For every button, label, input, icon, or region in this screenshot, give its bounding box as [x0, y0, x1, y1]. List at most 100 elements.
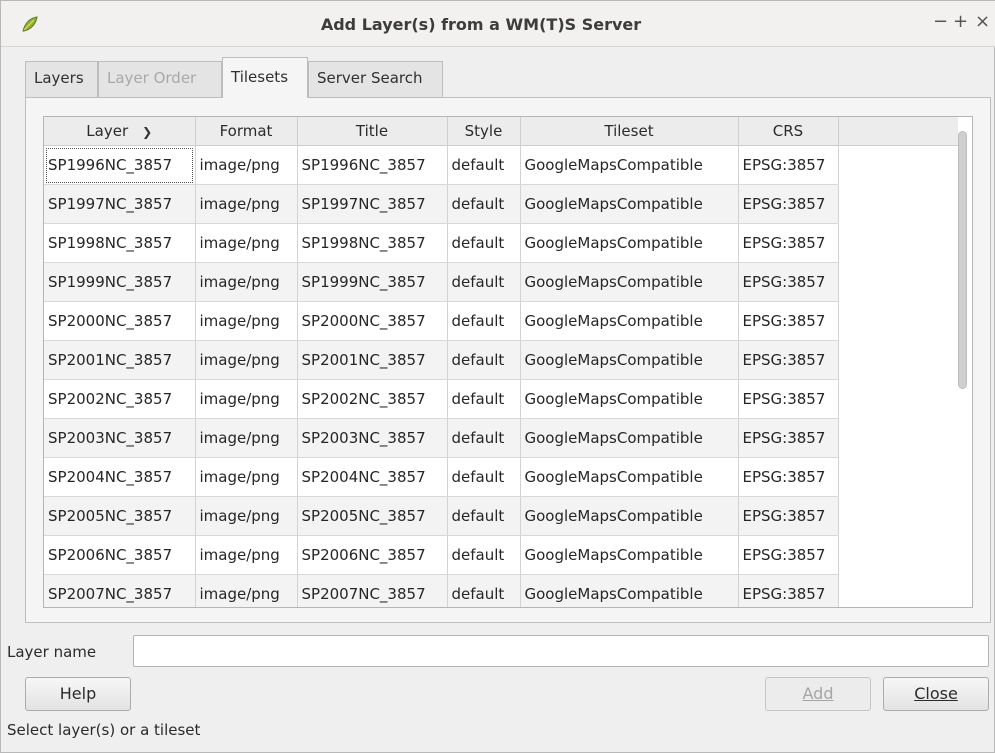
cell-style[interactable]: default	[447, 574, 521, 607]
table-row[interactable]: SP1996NC_3857 image/png SP1996NC_3857 defau…	[44, 145, 958, 185]
cell-format[interactable]: image/png	[195, 457, 298, 497]
cell-title[interactable]: SP2006NC_3857	[297, 535, 448, 575]
cell-title[interactable]: SP2004NC_3857	[297, 457, 448, 497]
cell-layer[interactable]: SP1999NC_3857	[44, 262, 196, 302]
cell-tileset[interactable]: GoogleMapsCompatible	[520, 262, 739, 302]
cell-format[interactable]: image/png	[195, 574, 298, 607]
cell-style[interactable]: default	[447, 262, 521, 302]
cell-layer[interactable]: SP1996NC_3857	[44, 145, 196, 185]
cell-title[interactable]: SP2003NC_3857	[297, 418, 448, 458]
cell-format[interactable]: image/png	[195, 301, 298, 341]
table-row[interactable]: SP1999NC_3857 image/png SP1999NC_3857 defau…	[44, 262, 958, 302]
tab-tilesets[interactable]: Tilesets	[222, 57, 308, 98]
cell-format[interactable]: image/png	[195, 145, 298, 185]
column-header-title[interactable]: Title	[297, 117, 448, 146]
table-row[interactable]: SP2007NC_3857 image/png SP2007NC_3857 defau…	[44, 574, 958, 607]
cell-tileset[interactable]: GoogleMapsCompatible	[520, 535, 739, 575]
cell-crs[interactable]: EPSG:3857	[738, 145, 839, 185]
column-header-layer[interactable]: Layer ❯	[44, 117, 196, 146]
cell-style[interactable]: default	[447, 379, 521, 419]
column-header-crs[interactable]: CRS	[738, 117, 839, 146]
cell-title[interactable]: SP1999NC_3857	[297, 262, 448, 302]
cell-layer[interactable]: SP2001NC_3857	[44, 340, 196, 380]
cell-tileset[interactable]: GoogleMapsCompatible	[520, 496, 739, 536]
cell-layer[interactable]: SP2003NC_3857	[44, 418, 196, 458]
cell-tileset[interactable]: GoogleMapsCompatible	[520, 145, 739, 185]
cell-layer[interactable]: SP2005NC_3857	[44, 496, 196, 536]
cell-tileset[interactable]: GoogleMapsCompatible	[520, 379, 739, 419]
cell-format[interactable]: image/png	[195, 379, 298, 419]
cell-crs[interactable]: EPSG:3857	[738, 418, 839, 458]
cell-crs[interactable]: EPSG:3857	[738, 301, 839, 341]
cell-layer[interactable]: SP1998NC_3857	[44, 223, 196, 263]
cell-format[interactable]: image/png	[195, 418, 298, 458]
cell-crs[interactable]: EPSG:3857	[738, 574, 839, 607]
cell-title[interactable]: SP1997NC_3857	[297, 184, 448, 224]
cell-crs[interactable]: EPSG:3857	[738, 457, 839, 497]
cell-crs[interactable]: EPSG:3857	[738, 184, 839, 224]
cell-crs[interactable]: EPSG:3857	[738, 262, 839, 302]
cell-format[interactable]: image/png	[195, 340, 298, 380]
cell-layer[interactable]: SP2000NC_3857	[44, 301, 196, 341]
cell-layer[interactable]: SP2004NC_3857	[44, 457, 196, 497]
cell-style[interactable]: default	[447, 418, 521, 458]
cell-style[interactable]: default	[447, 301, 521, 341]
cell-crs[interactable]: EPSG:3857	[738, 535, 839, 575]
cell-format[interactable]: image/png	[195, 535, 298, 575]
cell-format[interactable]: image/png	[195, 262, 298, 302]
close-button[interactable]: Close	[883, 677, 989, 711]
cell-tileset[interactable]: GoogleMapsCompatible	[520, 457, 739, 497]
cell-title[interactable]: SP1996NC_3857	[297, 145, 448, 185]
cell-layer[interactable]: SP1997NC_3857	[44, 184, 196, 224]
cell-style[interactable]: default	[447, 340, 521, 380]
column-header-style[interactable]: Style	[447, 117, 521, 146]
cell-crs[interactable]: EPSG:3857	[738, 496, 839, 536]
cell-tileset[interactable]: GoogleMapsCompatible	[520, 301, 739, 341]
cell-tileset[interactable]: GoogleMapsCompatible	[520, 418, 739, 458]
scrollbar-thumb[interactable]	[958, 131, 967, 389]
tab-layers[interactable]: Layers	[25, 61, 98, 97]
table-row[interactable]: SP2002NC_3857 image/png SP2002NC_3857 defau…	[44, 379, 958, 419]
cell-style[interactable]: default	[447, 145, 521, 185]
cell-style[interactable]: default	[447, 457, 521, 497]
help-button[interactable]: Help	[25, 677, 131, 711]
cell-style[interactable]: default	[447, 496, 521, 536]
table-row[interactable]: SP1997NC_3857 image/png SP1997NC_3857 defau…	[44, 184, 958, 224]
column-header-format[interactable]: Format	[195, 117, 298, 146]
cell-crs[interactable]: EPSG:3857	[738, 340, 839, 380]
vertical-scrollbar[interactable]	[958, 131, 968, 603]
cell-title[interactable]: SP2002NC_3857	[297, 379, 448, 419]
cell-title[interactable]: SP2005NC_3857	[297, 496, 448, 536]
cell-style[interactable]: default	[447, 223, 521, 263]
cell-layer[interactable]: SP2006NC_3857	[44, 535, 196, 575]
cell-title[interactable]: SP2001NC_3857	[297, 340, 448, 380]
cell-tileset[interactable]: GoogleMapsCompatible	[520, 574, 739, 607]
table-row[interactable]: SP2005NC_3857 image/png SP2005NC_3857 defau…	[44, 496, 958, 536]
tab-server-search[interactable]: Server Search	[308, 61, 443, 97]
table-row[interactable]: SP1998NC_3857 image/png SP1998NC_3857 defau…	[44, 223, 958, 263]
table-row[interactable]: SP2004NC_3857 image/png SP2004NC_3857 defau…	[44, 457, 958, 497]
table-row[interactable]: SP2001NC_3857 image/png SP2001NC_3857 defau…	[44, 340, 958, 380]
cell-title[interactable]: SP1998NC_3857	[297, 223, 448, 263]
cell-title[interactable]: SP2000NC_3857	[297, 301, 448, 341]
cell-layer[interactable]: SP2007NC_3857	[44, 574, 196, 607]
cell-crs[interactable]: EPSG:3857	[738, 379, 839, 419]
cell-crs[interactable]: EPSG:3857	[738, 223, 839, 263]
table-row[interactable]: SP2003NC_3857 image/png SP2003NC_3857 defau…	[44, 418, 958, 458]
cell-tileset[interactable]: GoogleMapsCompatible	[520, 184, 739, 224]
cell-style[interactable]: default	[447, 184, 521, 224]
title-bar[interactable]: Add Layer(s) from a WM(T)S Server − + ×	[1, 1, 995, 47]
table-row[interactable]: SP2000NC_3857 image/png SP2000NC_3857 defau…	[44, 301, 958, 341]
cell-format[interactable]: image/png	[195, 496, 298, 536]
table-row[interactable]: SP2006NC_3857 image/png SP2006NC_3857 defau…	[44, 535, 958, 575]
cell-title[interactable]: SP2007NC_3857	[297, 574, 448, 607]
close-window-button[interactable]: ×	[975, 12, 990, 32]
layer-name-input[interactable]	[133, 635, 989, 667]
cell-layer[interactable]: SP2002NC_3857	[44, 379, 196, 419]
cell-tileset[interactable]: GoogleMapsCompatible	[520, 340, 739, 380]
cell-style[interactable]: default	[447, 535, 521, 575]
cell-format[interactable]: image/png	[195, 223, 298, 263]
cell-format[interactable]: image/png	[195, 184, 298, 224]
minimize-button[interactable]: −	[933, 12, 948, 32]
column-header-tileset[interactable]: Tileset	[520, 117, 739, 146]
